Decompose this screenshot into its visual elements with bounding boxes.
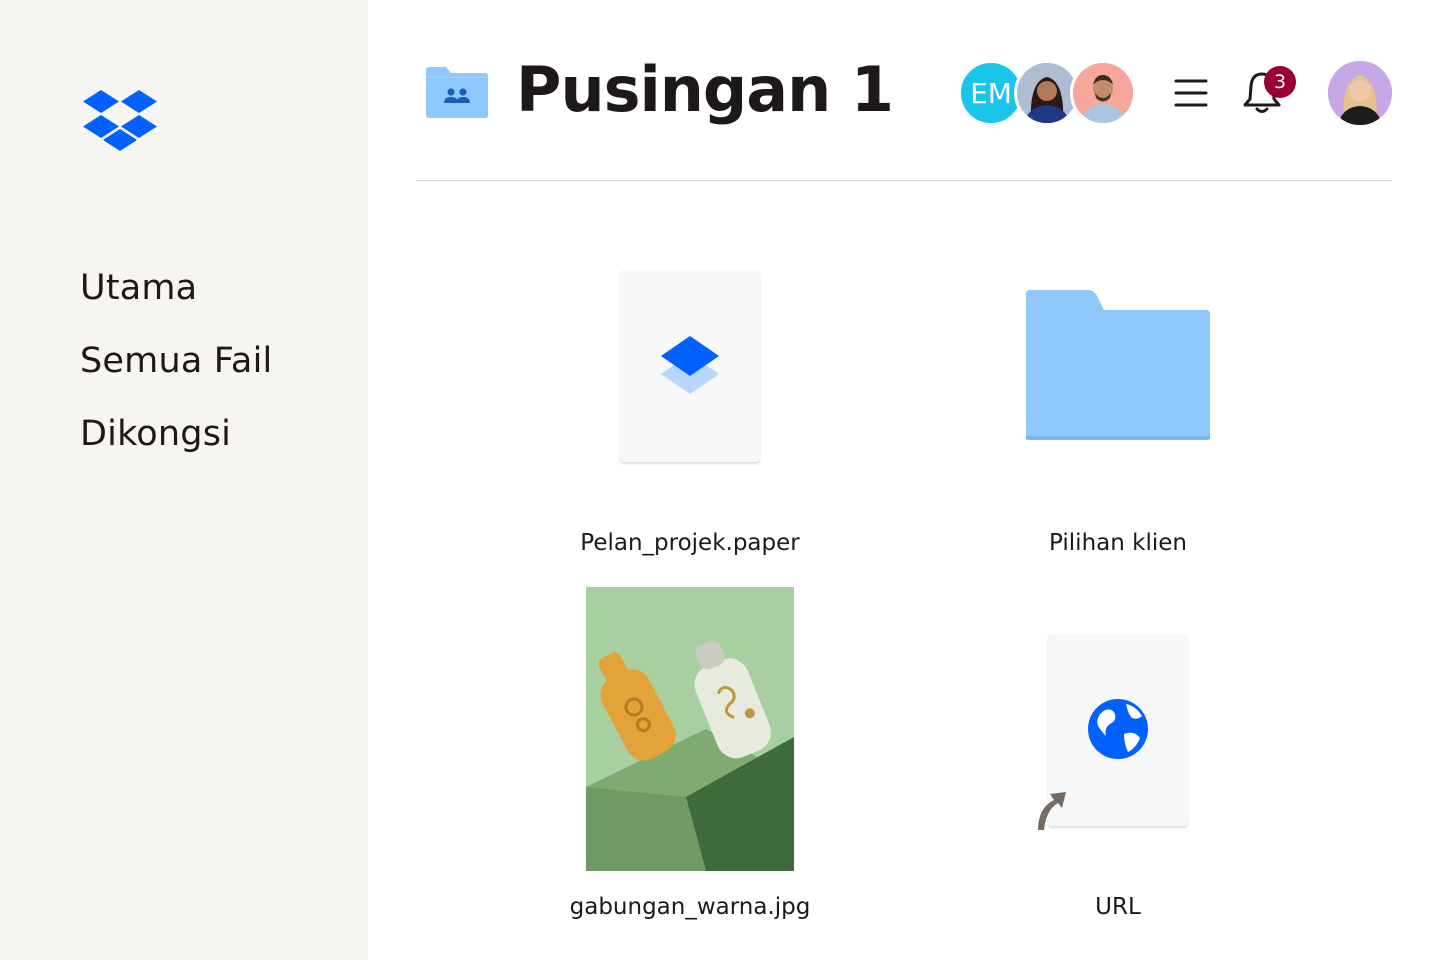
dropbox-logo-icon[interactable] xyxy=(82,88,158,152)
dropbox-paper-icon xyxy=(661,336,719,394)
person-avatar-icon xyxy=(1017,63,1077,123)
bottles-photo-image xyxy=(586,587,794,871)
sidebar-item-dikongsi[interactable]: Dikongsi xyxy=(80,398,272,471)
person-avatar-icon xyxy=(1073,63,1133,123)
file-name-label[interactable]: Pelan_projek.paper xyxy=(510,530,870,556)
sidebar-item-utama[interactable]: Utama xyxy=(80,252,272,325)
member-avatar[interactable] xyxy=(1070,60,1136,126)
file-tile-paper[interactable] xyxy=(620,270,760,462)
sidebar-nav: Utama Semua Fail Dikongsi xyxy=(80,252,272,471)
sidebar: Utama Semua Fail Dikongsi xyxy=(0,0,368,960)
hamburger-menu-icon[interactable] xyxy=(1174,76,1208,110)
image-thumbnail[interactable] xyxy=(586,587,794,871)
url-name-label[interactable]: URL xyxy=(938,894,1298,920)
page-title: Pusingan 1 xyxy=(516,53,894,126)
person-avatar-icon xyxy=(1328,61,1392,125)
shortcut-arrow-icon xyxy=(1038,792,1066,830)
sidebar-item-semua-fail[interactable]: Semua Fail xyxy=(80,325,272,398)
shared-members[interactable]: EM xyxy=(958,60,1138,126)
header-divider xyxy=(416,180,1392,181)
shared-folder-icon xyxy=(426,67,488,118)
notification-count-badge: 3 xyxy=(1264,66,1296,98)
file-name-label[interactable]: gabungan_warna.jpg xyxy=(510,894,870,920)
user-avatar[interactable] xyxy=(1328,61,1392,125)
main-content: Pusingan 1 EM 3 Pelan_projek.paper Pilih… xyxy=(368,0,1440,960)
notifications-button[interactable]: 3 xyxy=(1242,66,1302,116)
folder-icon[interactable] xyxy=(1026,290,1210,440)
folder-name-label[interactable]: Pilihan klien xyxy=(938,530,1298,556)
